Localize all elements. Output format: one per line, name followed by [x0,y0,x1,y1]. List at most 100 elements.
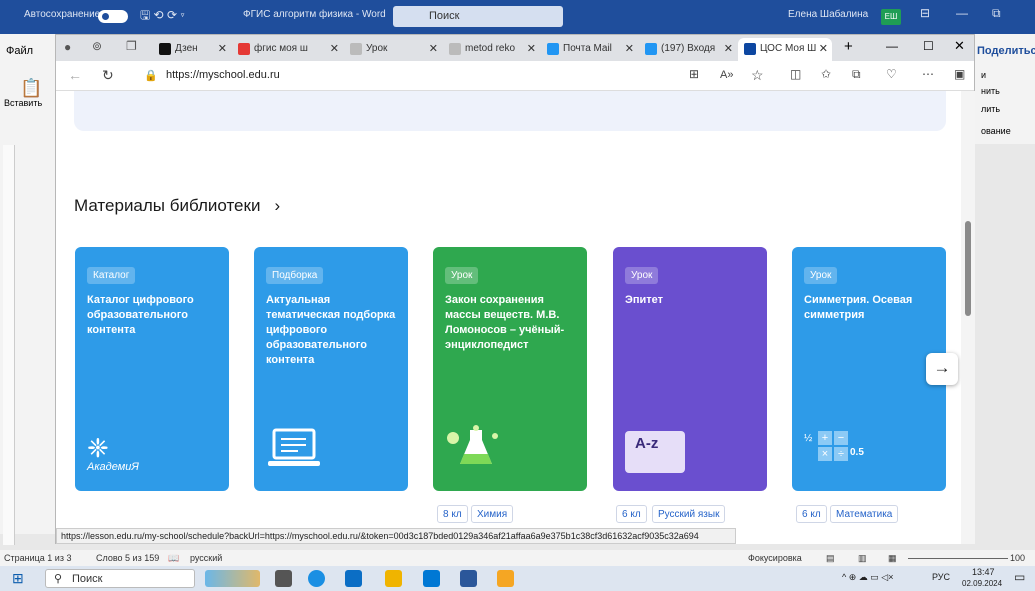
browser-tab-active[interactable]: ЦОС Моя Ш ✕ [738,38,832,61]
task-view-icon[interactable] [275,570,292,587]
focus-mode-button[interactable]: Фокусировка [748,553,802,563]
library-card[interactable]: Каталог Каталог цифрового образовательно… [75,247,229,491]
browser-tab[interactable]: (197) Входя ✕ [639,38,737,61]
favorite-icon[interactable]: ☆ [751,67,764,84]
browser-tab[interactable]: фгис моя ш ✕ [232,38,343,61]
subject-tag[interactable]: Химия [471,505,514,523]
browser-tab[interactable]: Почта Mail ✕ [541,38,638,61]
tab-label: Почта Mail [563,43,612,54]
scrollbar-thumb[interactable] [965,221,971,316]
close-icon[interactable]: ✕ [819,42,828,55]
collections-icon[interactable]: ⧉ [852,67,861,82]
carousel-next-button[interactable]: → [926,353,958,385]
edge-icon[interactable] [308,570,325,587]
url-input[interactable]: https://myschool.edu.ru [166,69,280,81]
close-icon[interactable]: ✕ [429,42,438,55]
ribbon-display-icon[interactable]: ⊟ [920,6,930,20]
print-layout-icon[interactable]: ▥ [858,553,867,564]
grade-tag[interactable]: 8 кл [437,505,468,523]
minimize-icon[interactable]: — [956,6,968,20]
explorer-icon[interactable] [385,570,402,587]
clock-time[interactable]: 13:47 [972,567,995,577]
restore-icon[interactable]: ⧉ [992,6,1001,21]
tab-actions-icon[interactable]: ❐ [126,39,137,53]
weather-widget-icon[interactable] [205,570,260,587]
site-icon [238,43,250,55]
tray-icons[interactable]: ^ ⊕ ☁ ▭ ◁× [842,572,893,583]
favorites-list-icon[interactable]: ✩ [821,67,831,81]
autosave-toggle[interactable] [98,10,128,23]
browser-tab[interactable]: metod reko ✕ [443,38,540,61]
close-icon[interactable]: ✕ [625,42,634,55]
ribbon-item[interactable]: и [981,70,986,80]
input-language[interactable]: РУС [932,572,950,582]
share-button[interactable]: Поделиться [977,45,1035,57]
read-mode-icon[interactable]: ▤ [826,553,835,564]
library-card[interactable]: Урок Симметрия. Осевая симметрия ½ + − ×… [792,247,946,491]
mail-app-icon[interactable] [423,570,440,587]
academy-logo-icon: ❈ АкадемиЯ [87,433,139,473]
new-tab-icon[interactable]: + [844,38,853,55]
grade-tag[interactable]: 6 кл [616,505,647,523]
library-card[interactable]: Урок Закон сохранения массы веществ. М.В… [433,247,587,491]
file-tab[interactable]: Файл [6,45,33,57]
paste-icon[interactable]: 📋 [20,78,42,99]
language-label[interactable]: русский [190,553,222,563]
split-screen-icon[interactable]: ◫ [790,67,801,81]
close-icon[interactable]: ✕ [724,42,733,55]
tab-label: фгис моя ш [254,43,308,54]
start-icon[interactable]: ⊞ [12,570,24,587]
grid-icon[interactable]: ⊞ [689,67,699,81]
read-aloud-icon[interactable]: A» [720,69,733,81]
browser-tab[interactable]: Дзен ✕ [153,38,231,61]
calculator-icon: ½ + − × ÷ 0.5 [804,431,864,461]
library-heading[interactable]: Материалы библиотеки › [74,196,280,216]
zoom-slider[interactable] [908,558,1008,559]
word-search-input[interactable]: Поиск [393,6,563,27]
notifications-icon[interactable]: ▭ [1014,570,1025,584]
workspaces-icon[interactable]: ⊚ [92,39,102,53]
dictionary-icon: A-z [625,431,685,473]
maximize-icon[interactable]: ☐ [923,39,934,53]
browser-tab[interactable]: Урок ✕ [344,38,442,61]
save-icon[interactable]: 🖫 ⟲ ⟳ ▿ [140,6,185,27]
lock-icon[interactable]: 🔒 [144,69,158,82]
profile-icon[interactable]: ● [64,40,71,54]
library-card[interactable]: Подборка Актуальная тематическая подборк… [254,247,408,491]
chevron-right-icon[interactable]: › [274,196,280,215]
subject-tag[interactable]: Математика [830,505,899,523]
ribbon-item: ование [981,126,1011,136]
tab-label: Дзен [175,43,198,54]
subject-tag[interactable]: Русский язык [652,505,726,523]
more-icon[interactable]: ⋯ [922,67,934,81]
taskbar-search-input[interactable]: ⚲ Поиск [45,569,195,588]
minimize-icon[interactable]: — [886,39,898,53]
clock-date[interactable]: 02.09.2024 [962,579,1002,588]
word-app-icon[interactable] [460,570,477,587]
avatar[interactable]: ЕШ [881,9,901,25]
ribbon-item[interactable]: нить [981,86,1000,96]
performance-icon[interactable]: ♡ [886,67,897,81]
app-icon[interactable] [497,570,514,587]
page-scrollbar[interactable] [961,91,975,544]
library-card[interactable]: Урок Эпитет A-z [613,247,767,491]
web-layout-icon[interactable]: ▦ [888,553,897,564]
refresh-icon[interactable]: ↻ [102,67,114,84]
paste-label[interactable]: Вставить [4,98,42,108]
tab-label: ЦОС Моя Ш [760,43,817,54]
zoom-level[interactable]: 100 [1010,553,1025,563]
grade-tag[interactable]: 6 кл [796,505,827,523]
close-icon[interactable]: ✕ [330,42,339,55]
tab-label: (197) Входя [661,43,716,54]
sidebar-icon[interactable]: ▣ [954,67,965,81]
ribbon-item[interactable]: лить [981,104,1000,114]
store-icon[interactable] [345,570,362,587]
page-count[interactable]: Страница 1 из 3 [4,553,71,563]
close-icon[interactable]: ✕ [218,42,227,55]
word-count[interactable]: Слово 5 из 159 [96,553,159,563]
back-icon[interactable]: ← [68,67,82,83]
close-window-icon[interactable]: ✕ [954,38,965,54]
link-status-url: https://lesson.edu.ru/my-school/schedule… [56,528,736,544]
proofing-icon[interactable]: 📖 [168,553,179,564]
close-icon[interactable]: ✕ [527,42,536,55]
